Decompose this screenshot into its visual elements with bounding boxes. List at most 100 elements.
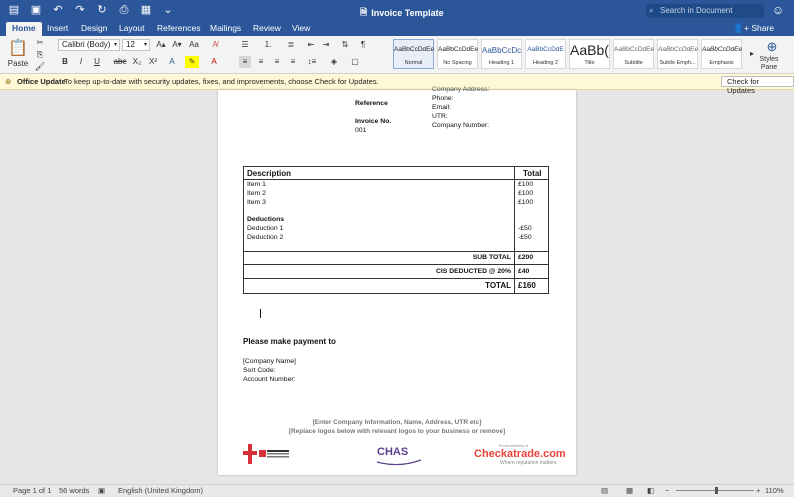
decrease-indent-icon[interactable]: ⇤ [305, 39, 317, 51]
sort-icon[interactable]: ⇅ [339, 39, 351, 51]
redo-icon[interactable]: ↷ [74, 4, 86, 16]
tab-review[interactable]: Review [247, 22, 287, 36]
gallery-more-icon[interactable]: ▸ [748, 48, 756, 60]
invoice-no-label: Invoice No. [355, 118, 392, 125]
document-title: 🗎 Invoice Template [360, 5, 444, 21]
table-cell: Description [244, 167, 515, 179]
strikethrough-icon[interactable]: abc [113, 56, 127, 68]
zoom-slider-handle[interactable] [715, 487, 718, 494]
search-input[interactable]: ⌕ Search in Document [646, 4, 764, 18]
reference-label: Reference [355, 100, 388, 107]
paste-icon[interactable]: 📋 [6, 38, 30, 60]
style-heading-1[interactable]: AaBbCcDc Heading 1 [481, 39, 522, 69]
style-name: Heading 1 [488, 60, 515, 66]
list-item: Deduction 2 [247, 234, 284, 241]
document-page[interactable]: Company Address: Reference Phone: Email:… [218, 86, 576, 475]
justify-icon[interactable]: ≡ [287, 56, 299, 68]
bullets-icon[interactable]: ☰ [237, 39, 253, 51]
print-layout-icon[interactable]: ▤ [601, 485, 608, 497]
shrink-font-icon[interactable]: A▾ [170, 39, 184, 51]
format-painter-icon[interactable]: 🖌 [34, 61, 46, 73]
text-effects-icon[interactable]: A [165, 56, 179, 68]
style-emphasis[interactable]: AaBbCcDdEe Emphasis [701, 39, 742, 69]
shading-icon[interactable]: ◈ [327, 56, 341, 68]
ribbon-tabs: Home Insert Design Layout References Mai… [0, 22, 794, 36]
style-heading-2[interactable]: AaBbCcDdE Heading 2 [525, 39, 566, 69]
print-icon[interactable]: ⎙ [118, 4, 130, 16]
table-cell: Item 1 Item 2 Item 3 Deductions Deductio… [244, 180, 515, 251]
checkatrade-logo-text: Checkatrade.com [474, 448, 566, 460]
footer-logo-note: [Replace logos below with relevant logos… [288, 428, 506, 435]
font-size-select[interactable]: 12 ▾ [122, 39, 150, 51]
highlight-icon[interactable]: ✎ [185, 56, 199, 68]
word-count[interactable]: 56 words [59, 485, 89, 497]
font-name-select[interactable]: Calibri (Body) ▾ [58, 39, 120, 51]
tab-design[interactable]: Design [75, 22, 113, 36]
borders-icon[interactable]: ▢ [348, 56, 362, 68]
repeat-icon[interactable]: ↻ [96, 4, 108, 16]
show-formatting-icon[interactable]: ¶ [357, 39, 369, 51]
check-for-updates-button[interactable]: Check for Updates [721, 76, 794, 95]
feedback-smiley-icon[interactable]: ☺ [772, 3, 784, 17]
share-button[interactable]: 👤+ Share [733, 23, 774, 34]
table-row: TOTAL £160 [244, 279, 548, 293]
language-indicator[interactable]: English (United Kingdom) [118, 485, 203, 497]
subscript-icon[interactable]: X₂ [131, 56, 143, 68]
phone-label: Phone: [432, 95, 454, 102]
align-center-icon[interactable]: ≡ [255, 56, 267, 68]
tab-home[interactable]: Home [6, 22, 42, 36]
underline-icon[interactable]: U [92, 56, 102, 68]
table-cell: £40 [515, 265, 549, 278]
clear-formatting-icon[interactable]: A̸ [209, 39, 221, 51]
style-subtle-emphasis[interactable]: AaBbCcDdEe Subtle Emph... [657, 39, 698, 69]
template-icon[interactable]: ▦ [140, 4, 152, 16]
cut-icon[interactable]: ✂ [34, 37, 46, 49]
ribbon-home: 📋 Paste ✂ ⎘ 🖌 Calibri (Body) ▾ 12 ▾ A▴ A… [0, 36, 794, 74]
styles-pane-button[interactable]: Styles Pane [758, 56, 780, 71]
nicc-logo [243, 444, 291, 464]
customize-qat-icon[interactable]: ⌄ [162, 4, 174, 16]
increase-indent-icon[interactable]: ⇥ [320, 39, 332, 51]
style-name: Subtitle [624, 60, 643, 66]
tab-references[interactable]: References [151, 22, 206, 36]
list-item: £100 [518, 199, 534, 206]
zoom-level[interactable]: 110% [765, 485, 784, 497]
total-label: TOTAL [485, 281, 511, 290]
tab-layout[interactable]: Layout [113, 22, 151, 36]
sidebar-toggle-icon[interactable]: ▤ [8, 4, 20, 16]
styles-pane-icon[interactable]: ⊕ [763, 39, 781, 55]
tab-mailings[interactable]: Mailings [204, 22, 247, 36]
style-subtitle[interactable]: AaBbCcDdEe Subtitle [613, 39, 654, 69]
web-layout-icon[interactable]: ▦ [626, 485, 633, 497]
superscript-icon[interactable]: X² [147, 56, 159, 68]
zoom-out-icon[interactable]: − [665, 485, 669, 497]
update-notification: ⊗ Office Update To keep up-to-date with … [0, 74, 794, 95]
tab-insert[interactable]: Insert [41, 22, 74, 36]
align-left-icon[interactable]: ≡ [239, 56, 251, 68]
line-spacing-icon[interactable]: ↕≡ [305, 56, 319, 68]
style-normal[interactable]: AaBbCcDdEe Normal [393, 39, 434, 69]
style-no-spacing[interactable]: AaBbCcDdEe No Spacing [437, 39, 478, 69]
grow-font-icon[interactable]: A▴ [154, 39, 168, 51]
proofing-icon[interactable]: ▣ [98, 485, 105, 497]
numbering-icon[interactable]: ⒈ [260, 39, 276, 51]
font-color-icon[interactable]: A [207, 56, 221, 68]
style-preview: AaBbCcDdEe [614, 46, 655, 53]
zoom-in-icon[interactable]: + [756, 485, 760, 497]
italic-icon[interactable]: I [76, 56, 86, 68]
change-case-icon[interactable]: Aa [187, 39, 201, 51]
table-row: Item 1 Item 2 Item 3 Deductions Deductio… [244, 180, 548, 252]
style-title[interactable]: AaBb(Title [569, 39, 610, 69]
focus-icon[interactable]: ◧ [647, 485, 654, 497]
copy-icon[interactable]: ⎘ [34, 49, 46, 61]
save-icon[interactable]: ▣ [30, 4, 42, 16]
list-item: Item 3 [247, 199, 266, 206]
bold-icon[interactable]: B [60, 56, 70, 68]
page-count[interactable]: Page 1 of 1 [13, 485, 51, 497]
multilevel-list-icon[interactable]: ≣ [283, 39, 299, 51]
undo-icon[interactable]: ↶ [52, 4, 64, 16]
table-cell: Total [515, 167, 549, 179]
align-right-icon[interactable]: ≡ [271, 56, 283, 68]
tab-view[interactable]: View [286, 22, 316, 36]
paste-label[interactable]: Paste [4, 58, 32, 70]
